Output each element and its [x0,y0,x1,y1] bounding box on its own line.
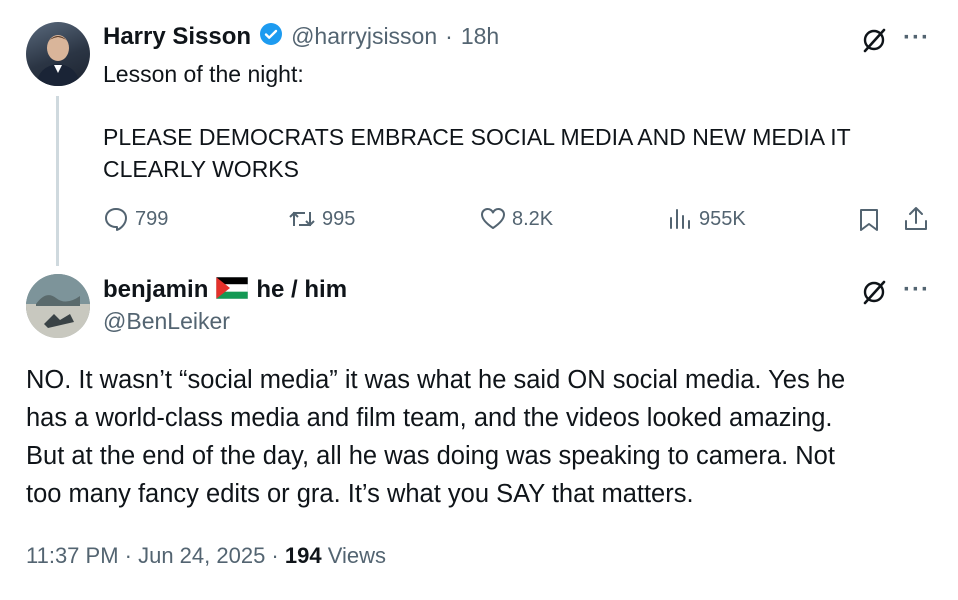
like-icon [481,208,505,229]
views-label: Views [327,543,387,568]
more-icon[interactable]: ··· [903,24,930,52]
author-name[interactable]: Harry Sisson [103,23,251,51]
timestamp[interactable]: 11:37 PM · Jun 24, 2025 · [26,543,279,568]
more-icon-reply[interactable]: ··· [903,276,930,304]
grok-slash-icon-reply[interactable] [860,278,888,311]
time-ago[interactable]: 18h [461,23,499,50]
verified-badge-icon [259,22,283,51]
reply-button[interactable]: 799 [103,206,168,232]
views-button[interactable]: 955K [667,206,746,232]
views-count: 955K [699,207,746,230]
share-icon[interactable] [903,205,929,238]
thread-line [56,96,59,266]
repost-count: 995 [322,207,356,230]
views-icon [670,209,690,229]
parent-text-line1: Lesson of the night: [103,61,304,87]
parent-text-line3: CLEARLY WORKS [103,156,299,182]
author-handle[interactable]: @harryjsisson [291,23,437,50]
parent-text-line2: PLEASE DEMOCRATS EMBRACE SOCIAL MEDIA AN… [103,124,851,150]
parent-header: Harry Sisson @harryjsisson · 18h [103,22,499,51]
reply-text-line3: But at the end of the day, all he was do… [26,442,835,470]
reply-text-line2: has a world-class media and film team, a… [26,404,833,432]
like-count: 8.2K [512,207,554,230]
repost-button[interactable]: 995 [288,206,355,232]
reply-text-line4: too many fancy edits or gra. It’s what y… [26,480,694,508]
separator: · [445,23,453,49]
benjamin-avatar[interactable] [26,274,90,338]
harry-avatar[interactable] [26,22,90,86]
reply-header: benjamin he / him [103,276,347,304]
tweet-meta: 11:37 PM · Jun 24, 2025 · 194 Views [26,543,386,569]
like-button[interactable]: 8.2K [480,206,553,232]
reply-text-line1: NO. It wasn’t “social media” it was what… [26,366,846,394]
grok-slash-icon[interactable] [860,26,888,59]
reply-count: 799 [135,207,169,230]
repost-icon [289,211,315,227]
palestine-flag-icon [216,276,249,304]
views-number: 194 [284,543,322,568]
reply-icon [105,208,127,231]
reply-author-name[interactable]: benjamin [103,276,208,304]
reply-handle[interactable]: @BenLeiker [103,308,230,335]
bookmark-icon[interactable] [858,207,880,238]
reply-pronouns: he / him [256,276,348,303]
